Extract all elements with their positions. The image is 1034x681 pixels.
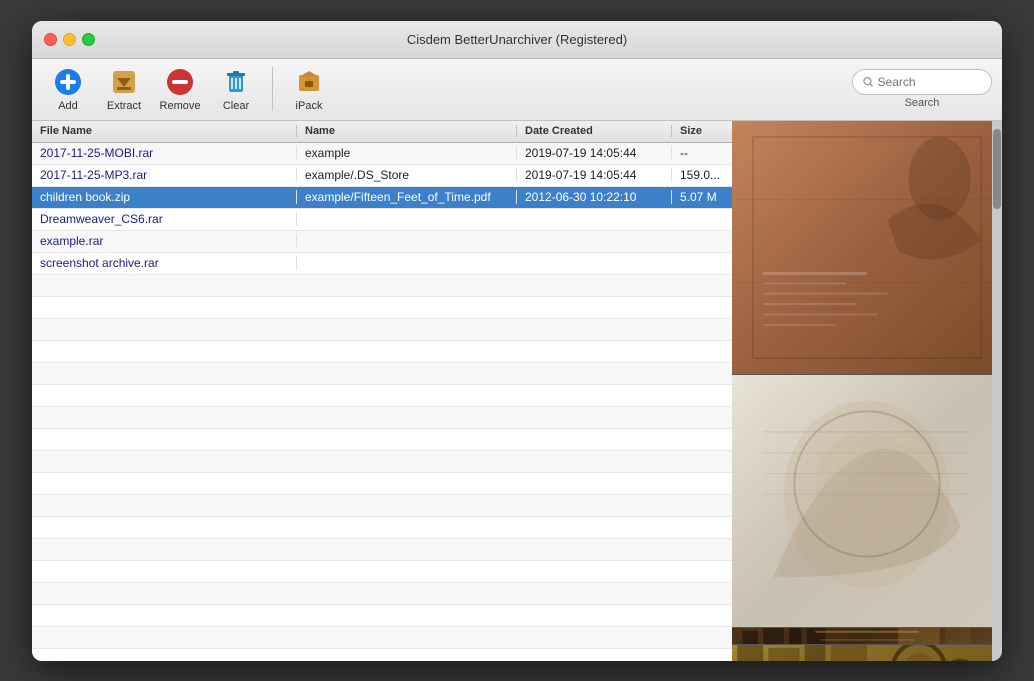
table-row[interactable]: 2017-11-25-MOBI.rar example 2019-07-19 1…	[32, 143, 732, 165]
cell-filename: 2017-11-25-MP3.rar	[32, 168, 297, 182]
preview-image-top	[732, 121, 1002, 374]
table-row[interactable]	[32, 319, 732, 341]
ipack-icon	[293, 66, 325, 98]
add-label: Add	[58, 100, 78, 112]
table-row[interactable]	[32, 627, 732, 649]
clear-label: Clear	[223, 100, 249, 112]
table-row[interactable]	[32, 605, 732, 627]
add-icon	[52, 66, 84, 98]
ipack-button[interactable]: iPack	[283, 63, 335, 115]
search-input[interactable]	[878, 75, 981, 89]
preview-panel: FIFTEEN FEET of TIME	[732, 121, 1002, 661]
cell-filename: Dreamweaver_CS6.rar	[32, 212, 297, 226]
col-header-name: Name	[297, 125, 517, 137]
maximize-button[interactable]	[82, 33, 95, 46]
cell-filename: example.rar	[32, 234, 297, 248]
scrollbar-track[interactable]	[992, 121, 1002, 661]
cell-name: example/Fifteen_Feet_of_Time.pdf	[297, 190, 517, 204]
minimize-button[interactable]	[63, 33, 76, 46]
main-content: File Name Name Date Created Size 2017-11…	[32, 121, 1002, 661]
table-row[interactable]	[32, 451, 732, 473]
search-area: Search	[852, 69, 992, 109]
table-row[interactable]	[32, 275, 732, 297]
clear-button[interactable]: Clear	[210, 63, 262, 115]
table-row[interactable]	[32, 583, 732, 605]
cell-size: 5.07 M	[672, 190, 732, 204]
table-row[interactable]	[32, 495, 732, 517]
table-header: File Name Name Date Created Size	[32, 121, 732, 143]
file-list-area: File Name Name Date Created Size 2017-11…	[32, 121, 732, 661]
preview-bottom-svg: FIFTEEN FEET of TIME	[732, 628, 1002, 644]
table-row[interactable]: example.rar	[32, 231, 732, 253]
toolbar: Add Extract Remove	[32, 59, 1002, 121]
titlebar: Cisdem BetterUnarchiver (Registered)	[32, 21, 1002, 59]
table-row[interactable]: Dreamweaver_CS6.rar	[32, 209, 732, 231]
remove-icon	[164, 66, 196, 98]
table-body: 2017-11-25-MOBI.rar example 2019-07-19 1…	[32, 143, 732, 661]
cell-filename: children book.zip	[32, 190, 297, 204]
table-row[interactable]	[32, 385, 732, 407]
cell-date: 2019-07-19 14:05:44	[517, 146, 672, 160]
table-row[interactable]	[32, 473, 732, 495]
app-window: Cisdem BetterUnarchiver (Registered) Add	[32, 21, 1002, 661]
table-row[interactable]: screenshot archive.rar	[32, 253, 732, 275]
col-header-size: Size	[672, 125, 732, 137]
window-title: Cisdem BetterUnarchiver (Registered)	[407, 32, 627, 47]
add-button[interactable]: Add	[42, 63, 94, 115]
search-box[interactable]	[852, 69, 992, 95]
search-button-label[interactable]: Search	[905, 97, 940, 109]
table-row[interactable]	[32, 539, 732, 561]
preview-image-mid	[732, 374, 1002, 627]
traffic-lights	[32, 33, 95, 46]
cell-filename: 2017-11-25-MOBI.rar	[32, 146, 297, 160]
preview-image-book-cover: FIFTEEN FEET of TIME	[732, 627, 1002, 644]
cell-date: 2019-07-19 14:05:44	[517, 168, 672, 182]
ipack-label: iPack	[296, 100, 323, 112]
remove-label: Remove	[160, 100, 201, 112]
toolbar-separator	[272, 67, 273, 111]
remove-button[interactable]: Remove	[154, 63, 206, 115]
table-row[interactable]	[32, 297, 732, 319]
scrollbar-thumb[interactable]	[993, 129, 1001, 209]
table-row[interactable]	[32, 561, 732, 583]
preview-image-city	[732, 644, 1002, 661]
cell-name: example	[297, 146, 517, 160]
search-icon	[863, 76, 874, 88]
cell-size: --	[672, 146, 732, 160]
table-row[interactable]	[32, 517, 732, 539]
preview-mid-svg	[732, 375, 1002, 627]
preview-top-svg	[732, 121, 1002, 374]
table-row[interactable]: 2017-11-25-MP3.rar example/.DS_Store 201…	[32, 165, 732, 187]
table-row[interactable]: children book.zip example/Fifteen_Feet_o…	[32, 187, 732, 209]
extract-button[interactable]: Extract	[98, 63, 150, 115]
table-row[interactable]	[32, 429, 732, 451]
cell-filename: screenshot archive.rar	[32, 256, 297, 270]
table-row[interactable]	[32, 407, 732, 429]
preview-bot2-svg	[732, 645, 1002, 661]
table-row[interactable]	[32, 649, 732, 661]
cell-size: 159.0...	[672, 168, 732, 182]
table-row[interactable]	[32, 363, 732, 385]
close-button[interactable]	[44, 33, 57, 46]
col-header-filename: File Name	[32, 125, 297, 137]
extract-label: Extract	[107, 100, 141, 112]
extract-icon	[108, 66, 140, 98]
table-row[interactable]	[32, 341, 732, 363]
clear-icon	[220, 66, 252, 98]
col-header-date: Date Created	[517, 125, 672, 137]
cell-date: 2012-06-30 10:22:10	[517, 190, 672, 204]
cell-name: example/.DS_Store	[297, 168, 517, 182]
